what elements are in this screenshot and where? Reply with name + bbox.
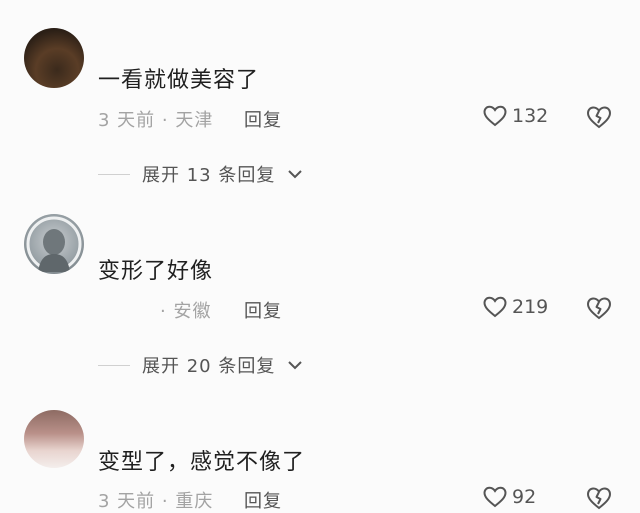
like-count: 219 xyxy=(512,296,549,318)
dislike-button[interactable] xyxy=(585,485,613,511)
comment-meta: 3 天前 · 天津 xyxy=(98,110,214,131)
expand-label: 展开 13 条回复 xyxy=(142,165,276,186)
divider xyxy=(98,364,130,366)
chevron-down-icon xyxy=(287,164,303,185)
reply-button[interactable]: 回复 xyxy=(244,297,282,323)
broken-heart-icon xyxy=(585,485,613,511)
broken-heart-icon xyxy=(585,295,613,321)
avatar[interactable] xyxy=(24,28,84,88)
heart-outline-icon xyxy=(482,104,508,128)
reply-button[interactable]: 回复 xyxy=(244,487,282,513)
dislike-button[interactable] xyxy=(585,104,613,130)
dislike-button[interactable] xyxy=(585,295,613,321)
divider xyxy=(98,173,130,175)
heart-outline-icon xyxy=(482,485,508,509)
like-button[interactable]: 92 xyxy=(482,485,536,509)
like-button[interactable]: 219 xyxy=(482,295,548,319)
expand-label: 展开 20 条回复 xyxy=(142,356,276,377)
avatar[interactable] xyxy=(24,410,84,468)
expand-replies-button[interactable]: 展开 13 条回复 xyxy=(98,161,303,187)
comment-meta: · 安徽 xyxy=(160,301,212,322)
comment-text: 变型了，感觉不像了 xyxy=(98,450,306,475)
like-button[interactable]: 132 xyxy=(482,104,548,128)
heart-outline-icon xyxy=(482,295,508,319)
like-count: 132 xyxy=(512,105,549,127)
reply-button[interactable]: 回复 xyxy=(244,106,282,132)
comment-text: 一看就做美容了 xyxy=(98,68,260,93)
expand-replies-button[interactable]: 展开 20 条回复 xyxy=(98,352,303,378)
comment-meta: 3 天前 · 重庆 xyxy=(98,491,214,512)
comment-text: 变形了好像 xyxy=(98,259,214,284)
avatar[interactable] xyxy=(24,214,84,274)
broken-heart-icon xyxy=(585,104,613,130)
chevron-down-icon xyxy=(287,355,303,376)
